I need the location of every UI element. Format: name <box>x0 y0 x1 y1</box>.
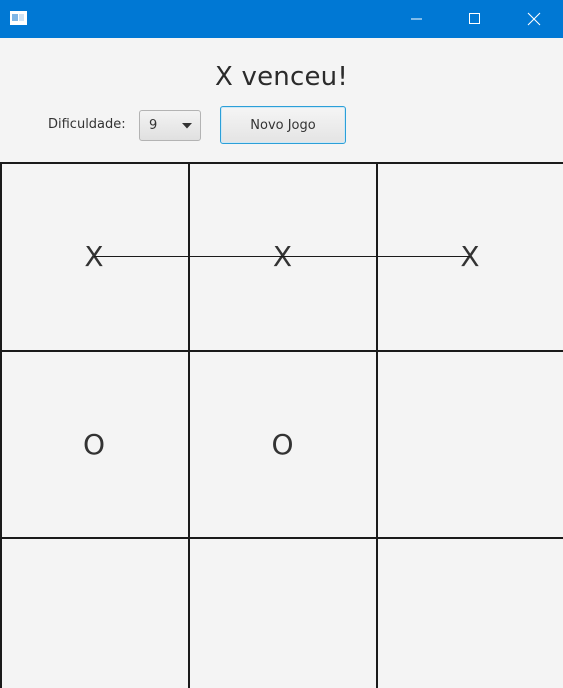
difficulty-label: Dificuldade: <box>48 117 126 132</box>
chevron-down-icon <box>182 123 192 129</box>
maximize-icon <box>469 13 480 24</box>
title-bar <box>0 0 563 38</box>
new-game-button[interactable]: Novo Jogo <box>220 106 346 144</box>
maximize-button[interactable] <box>452 0 498 38</box>
minimize-button[interactable] <box>394 0 440 38</box>
board-cell-r3c3[interactable] <box>377 538 563 688</box>
board-vline-2 <box>376 162 378 688</box>
board-hline-1 <box>0 350 563 352</box>
board-hline-2 <box>0 537 563 539</box>
game-board: X X X O O <box>0 162 563 688</box>
board-cell-r3c1[interactable] <box>0 538 188 688</box>
board-vline-1 <box>188 162 190 688</box>
board-cell-r2c3[interactable] <box>377 351 563 537</box>
difficulty-dropdown[interactable]: 9 <box>139 110 201 141</box>
difficulty-value: 9 <box>149 118 158 133</box>
board-left-border <box>0 162 2 688</box>
minimize-icon <box>411 18 422 20</box>
board-cell-r2c2[interactable]: O <box>189 351 376 537</box>
winning-strike-line <box>94 255 470 257</box>
app-window: X venceu! Dificuldade: 9 Novo Jogo X X X… <box>0 0 563 688</box>
board-cell-r3c2[interactable] <box>189 538 376 688</box>
board-cell-r2c1[interactable]: O <box>0 351 188 537</box>
close-icon <box>527 12 541 26</box>
board-top-border <box>0 162 563 164</box>
app-window-icon <box>10 11 27 25</box>
close-button[interactable] <box>511 0 557 38</box>
game-status-title: X venceu! <box>215 62 348 92</box>
